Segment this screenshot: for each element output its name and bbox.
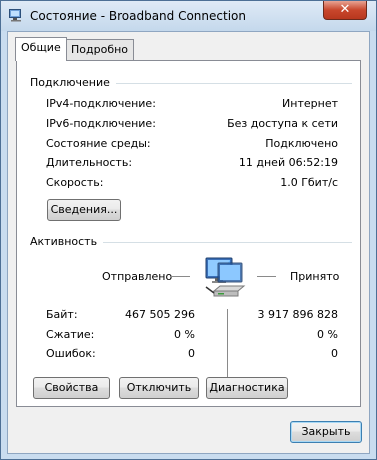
received-line — [257, 276, 276, 277]
status-dialog: Состояние - Broadband Connection ✕ Общие… — [0, 0, 377, 460]
sent-label: Отправлено — [102, 270, 173, 283]
duration-label: Длительность: — [46, 156, 133, 169]
details-button[interactable]: Сведения... — [47, 199, 121, 221]
activity-divider — [227, 309, 228, 385]
disable-button[interactable]: Отключить — [119, 377, 199, 399]
close-icon: ✕ — [339, 2, 351, 17]
media-state-label: Состояние среды: — [46, 137, 151, 150]
dialog-client: Общие Подробно Подключение IPv4-подключе… — [7, 31, 370, 454]
activity-group-title: Активность — [30, 235, 104, 248]
ipv4-value: Интернет — [282, 97, 338, 110]
compression-sent-value: 0 % — [174, 328, 195, 341]
ipv4-label: IPv4-подключение: — [46, 97, 156, 110]
speed-label: Скорость: — [46, 176, 104, 189]
received-label: Принято — [290, 270, 340, 283]
speed-value: 1.0 Гбит/с — [280, 176, 338, 189]
tab-general-label: Общие — [21, 41, 61, 54]
tab-panel-general: Подключение IPv4-подключение: Интернет I… — [16, 60, 361, 407]
tab-details-label: Подробно — [71, 43, 129, 56]
errors-sent-value: 0 — [188, 347, 195, 360]
compression-label: Сжатие: — [46, 328, 95, 341]
media-state-value: Подключено — [265, 137, 338, 150]
title-bar[interactable]: Состояние - Broadband Connection ✕ — [1, 1, 376, 31]
tab-general[interactable]: Общие — [15, 37, 67, 61]
close-window-button[interactable]: ✕ — [323, 1, 367, 20]
errors-label: Ошибок: — [46, 347, 96, 360]
bytes-received-value: 3 917 896 828 — [257, 308, 338, 321]
connection-group-title: Подключение — [30, 76, 116, 89]
errors-received-value: 0 — [331, 347, 338, 360]
ipv6-label: IPv6-подключение: — [46, 117, 156, 130]
bytes-label: Байт: — [46, 308, 78, 321]
properties-button[interactable]: Свойства — [33, 377, 110, 399]
duration-value: 11 дней 06:52:19 — [238, 156, 338, 169]
bytes-sent-value: 467 505 296 — [125, 308, 195, 321]
close-button[interactable]: Закрыть — [290, 421, 362, 443]
network-computer-icon — [205, 257, 246, 297]
sent-line — [171, 276, 190, 277]
window-title: Состояние - Broadband Connection — [30, 9, 246, 23]
ipv6-value: Без доступа к сети — [227, 117, 338, 130]
compression-received-value: 0 % — [317, 328, 338, 341]
diagnose-button[interactable]: Диагностика — [206, 377, 288, 399]
network-icon — [9, 9, 21, 22]
tab-details[interactable]: Подробно — [65, 39, 135, 60]
